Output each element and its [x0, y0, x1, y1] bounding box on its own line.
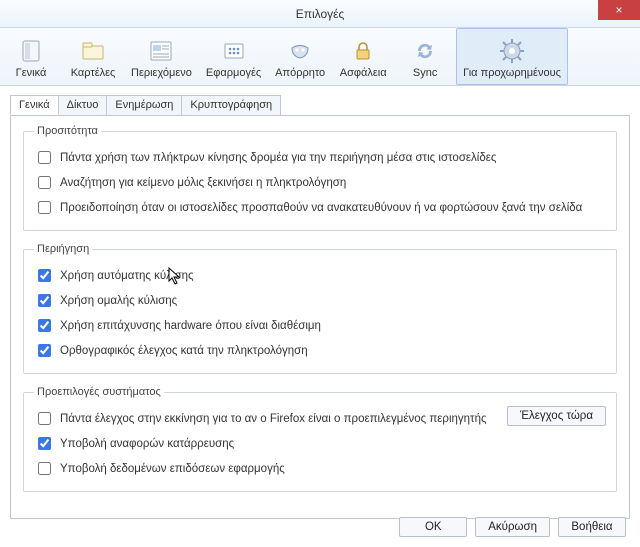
checkbox[interactable]	[38, 462, 51, 475]
toolbar-privacy[interactable]: Απόρρητο	[268, 28, 332, 85]
toolbar-label: Για προχωρημένους	[463, 67, 561, 79]
opt-label: Χρήση αυτόματης κύλισης	[60, 270, 194, 282]
group-legend: Περιήγηση	[34, 243, 92, 255]
gear-icon	[498, 37, 526, 65]
opt-cursor-keys[interactable]: Πάντα χρήση των πλήκτρων κίνησης δρομέα …	[34, 145, 606, 170]
opt-label: Υποβολή δεδομένων επιδόσεων εφαρμογής	[60, 463, 285, 475]
advanced-general-panel: Προσιτότητα Πάντα χρήση των πλήκτρων κίν…	[10, 115, 630, 519]
dialog-footer: OK Ακύρωση Βοήθεια	[399, 517, 626, 537]
group-legend: Προσιτότητα	[34, 125, 101, 137]
opt-smooth-scroll[interactable]: Χρήση ομαλής κύλισης	[34, 288, 606, 313]
toolbar-label: Εφαρμογές	[206, 67, 261, 79]
subtab-network[interactable]: Δίκτυο	[58, 95, 108, 115]
titlebar: Επιλογές ×	[0, 0, 640, 28]
subtab-strip: Γενικά Δίκτυο Ενημέρωση Κρυπτογράφηση	[10, 95, 630, 116]
opt-label: Χρήση ομαλής κύλισης	[60, 295, 177, 307]
opt-spellcheck[interactable]: Ορθογραφικός έλεγχος κατά την πληκτρολόγ…	[34, 338, 606, 363]
toolbar-sync[interactable]: Sync	[394, 28, 456, 85]
checkbox[interactable]	[38, 319, 51, 332]
opt-label: Αναζήτηση για κείμενο μόλις ξεκινήσει η …	[60, 177, 346, 189]
checkbox[interactable]	[38, 412, 51, 425]
checkbox[interactable]	[38, 151, 51, 164]
opt-label: Πάντα έλεγχος στην εκκίνηση για το αν ο …	[60, 413, 487, 425]
checkbox[interactable]	[38, 344, 51, 357]
window-title: Επιλογές	[296, 7, 345, 21]
opt-label: Χρήση επιτάχυνσης hardware όπου είναι δι…	[60, 320, 321, 332]
opt-label: Ορθογραφικός έλεγχος κατά την πληκτρολόγ…	[60, 345, 308, 357]
toolbar-label: Περιεχόμενο	[131, 67, 192, 79]
lock-icon	[349, 37, 377, 65]
toolbar-label: Ασφάλεια	[340, 67, 387, 79]
toolbar-label: Sync	[413, 67, 437, 79]
opt-default-browser-check[interactable]: Πάντα έλεγχος στην εκκίνηση για το αν ο …	[34, 406, 497, 431]
checkbox[interactable]	[38, 437, 51, 450]
close-icon: ×	[615, 3, 622, 17]
opt-hw-accel[interactable]: Χρήση επιτάχυνσης hardware όπου είναι δι…	[34, 313, 606, 338]
group-legend: Προεπιλογές συστήματος	[34, 386, 164, 398]
toolbar-content[interactable]: Περιεχόμενο	[124, 28, 199, 85]
subtab-update[interactable]: Ενημέρωση	[106, 95, 182, 115]
subtab-general[interactable]: Γενικά	[10, 95, 59, 115]
opt-label: Πάντα χρήση των πλήκτρων κίνησης δρομέα …	[60, 152, 496, 164]
close-button[interactable]: ×	[598, 0, 640, 20]
subtab-encryption[interactable]: Κρυπτογράφηση	[181, 95, 281, 115]
cancel-button[interactable]: Ακύρωση	[475, 517, 550, 537]
opt-search-on-type[interactable]: Αναζήτηση για κείμενο μόλις ξεκινήσει η …	[34, 170, 606, 195]
content-icon	[147, 37, 175, 65]
category-toolbar: Γενικά Καρτέλες Περιεχόμενο Εφαρμογές Απ…	[0, 28, 640, 86]
opt-label: Υποβολή αναφορών κατάρρευσης	[60, 438, 234, 450]
toolbar-tabs[interactable]: Καρτέλες	[62, 28, 124, 85]
toolbar-label: Γενικά	[16, 67, 47, 79]
help-button[interactable]: Βοήθεια	[558, 517, 626, 537]
content-area: Γενικά Δίκτυο Ενημέρωση Κρυπτογράφηση Πρ…	[0, 86, 640, 519]
accessibility-group: Προσιτότητα Πάντα χρήση των πλήκτρων κίν…	[23, 125, 617, 231]
switch-icon	[17, 37, 45, 65]
checkbox[interactable]	[38, 294, 51, 307]
opt-autoscroll[interactable]: Χρήση αυτόματης κύλισης	[34, 263, 606, 288]
mask-icon	[286, 37, 314, 65]
opt-perf-data[interactable]: Υποβολή δεδομένων επιδόσεων εφαρμογής	[34, 456, 606, 481]
sync-icon	[411, 37, 439, 65]
checkbox[interactable]	[38, 269, 51, 282]
folder-icon	[79, 37, 107, 65]
applications-icon	[220, 37, 248, 65]
checkbox[interactable]	[38, 176, 51, 189]
check-now-button[interactable]: Έλεγχος τώρα	[507, 406, 606, 426]
toolbar-advanced[interactable]: Για προχωρημένους	[456, 28, 568, 85]
toolbar-label: Απόρρητο	[275, 67, 325, 79]
toolbar-security[interactable]: Ασφάλεια	[332, 28, 394, 85]
opt-label: Προειδοποίηση όταν οι ιστοσελίδες προσπα…	[60, 202, 582, 214]
checkbox[interactable]	[38, 201, 51, 214]
toolbar-general[interactable]: Γενικά	[0, 28, 62, 85]
toolbar-applications[interactable]: Εφαρμογές	[199, 28, 268, 85]
system-defaults-group: Προεπιλογές συστήματος Πάντα έλεγχος στη…	[23, 386, 617, 492]
opt-warn-redirect[interactable]: Προειδοποίηση όταν οι ιστοσελίδες προσπα…	[34, 195, 606, 220]
ok-button[interactable]: OK	[399, 517, 467, 537]
opt-crash-reports[interactable]: Υποβολή αναφορών κατάρρευσης	[34, 431, 606, 456]
browsing-group: Περιήγηση Χρήση αυτόματης κύλισης Χρήση …	[23, 243, 617, 374]
toolbar-label: Καρτέλες	[71, 67, 116, 79]
